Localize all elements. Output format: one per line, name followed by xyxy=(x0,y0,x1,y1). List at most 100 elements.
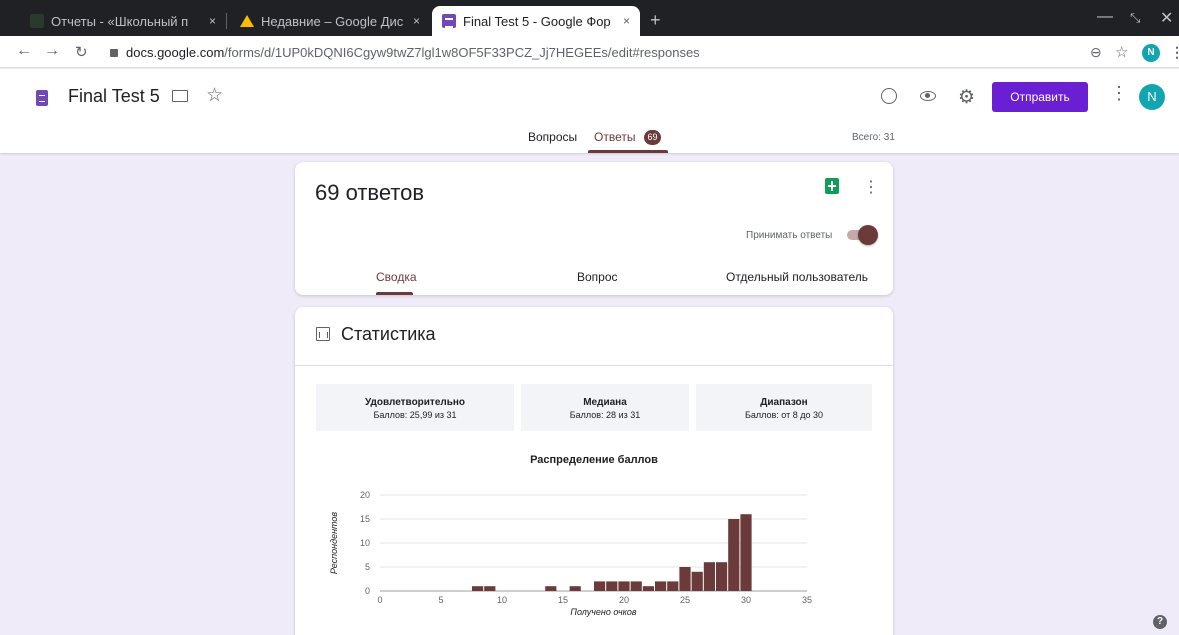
x-tick-label: 25 xyxy=(680,595,690,605)
accept-responses-label: Принимать ответы xyxy=(746,230,833,241)
tab-title: Final Test 5 - Google Фор xyxy=(463,13,611,29)
histogram-bar xyxy=(728,519,740,591)
histogram-bar xyxy=(667,581,679,591)
minimize-icon[interactable]: — xyxy=(1097,8,1113,26)
summary-label: Медиана xyxy=(583,397,627,408)
x-tick-label: 15 xyxy=(558,595,568,605)
bookmark-star-icon[interactable]: ☆ xyxy=(1115,43,1128,61)
tab-individual[interactable]: Отдельный пользователь xyxy=(726,270,868,284)
y-tick-label: 10 xyxy=(360,538,370,548)
divider xyxy=(295,365,893,366)
x-tick-label: 10 xyxy=(497,595,507,605)
close-icon[interactable]: × xyxy=(623,14,630,28)
x-tick-label: 5 xyxy=(438,595,443,605)
url-path: /forms/d/1UP0kDQNI6Cgyw9twZ7lgl1w8OF5F33… xyxy=(224,44,700,60)
summary-value: Баллов: 28 из 31 xyxy=(569,410,641,420)
summary-range: Диапазон Баллов: от 8 до 30 xyxy=(696,384,872,431)
window-close-icon[interactable]: ✕ xyxy=(1160,8,1173,28)
x-axis-label: Получено очков xyxy=(570,607,636,617)
browser-toolbar: ← → ↻ docs.google.com/forms/d/1UP0kDQNI6… xyxy=(0,36,1179,68)
forms-header: Final Test 5 ☆ ⚙ Отправить ⋮ N Вопросы О… xyxy=(0,69,1179,153)
browser-tabstrip: Отчеты - «Школьный п × Недавние – Google… xyxy=(0,0,1179,36)
preview-eye-icon[interactable] xyxy=(920,91,936,101)
restore-icon[interactable]: ⤡ xyxy=(1130,10,1140,26)
histogram-bar xyxy=(655,581,667,591)
close-icon[interactable]: × xyxy=(413,14,420,28)
star-icon[interactable]: ☆ xyxy=(206,84,223,107)
forms-logo-icon[interactable] xyxy=(36,90,48,106)
histogram-bar xyxy=(642,586,654,591)
statistics-title: Статистика xyxy=(341,324,436,344)
tab-title: Отчеты - «Школьный п xyxy=(51,13,189,29)
responses-card: 69 ответов ⋮ Принимать ответы Сводка Воп… xyxy=(295,162,893,295)
tab-separator xyxy=(226,13,227,29)
toggle-knob[interactable] xyxy=(858,225,878,245)
x-tick-label: 30 xyxy=(741,595,751,605)
score-distribution-chart: 0 5 10 15 20 0 5 10 15 20 25 30 35 Получено очков Респ… xyxy=(329,490,812,617)
histogram-bar xyxy=(545,586,557,591)
zoom-icon[interactable]: ⊖ xyxy=(1090,44,1102,61)
new-tab-button[interactable]: + xyxy=(650,10,661,31)
close-icon[interactable]: × xyxy=(209,14,216,28)
lock-icon xyxy=(110,49,118,57)
responses-count-title: 69 ответов xyxy=(315,180,425,205)
histogram-bar xyxy=(569,586,581,591)
x-tick-label: 35 xyxy=(802,595,812,605)
summary-average: Удовлетворительно Баллов: 25,99 из 31 xyxy=(316,384,514,431)
reload-icon[interactable]: ↻ xyxy=(75,43,88,61)
sheets-favicon-icon xyxy=(30,14,44,28)
palette-icon[interactable] xyxy=(881,88,897,104)
histogram-bar xyxy=(679,567,691,591)
histogram-bar xyxy=(716,562,728,591)
statistics-card: Статистика Удовлетворительно Баллов: 25,… xyxy=(295,307,893,635)
chart-title: Распределение баллов xyxy=(530,454,658,466)
folder-icon[interactable] xyxy=(172,90,188,102)
send-button[interactable]: Отправить xyxy=(992,82,1088,112)
profile-icon[interactable]: N xyxy=(1142,44,1160,62)
browser-tab-reports[interactable]: Отчеты - «Школьный п × xyxy=(20,6,226,36)
address-bar[interactable]: docs.google.com/forms/d/1UP0kDQNI6Cgyw9t… xyxy=(110,41,1110,63)
summary-median: Медиана Баллов: 28 из 31 xyxy=(521,384,689,431)
histogram-bar xyxy=(691,571,703,591)
y-tick-label: 0 xyxy=(365,586,370,596)
tab-responses[interactable]: Ответы xyxy=(594,130,635,144)
y-tick-label: 15 xyxy=(360,514,370,524)
help-icon[interactable]: ? xyxy=(1153,615,1167,629)
summary-value: Баллов: от 8 до 30 xyxy=(744,410,823,420)
tab-questions[interactable]: Вопросы xyxy=(528,130,577,144)
histogram-bar xyxy=(472,586,484,591)
bar-chart-icon xyxy=(316,327,330,341)
histogram-bar xyxy=(618,581,630,591)
total-points: Всего: 31 xyxy=(852,132,895,143)
y-tick-label: 5 xyxy=(365,562,370,572)
x-tick-label: 0 xyxy=(377,595,382,605)
back-icon[interactable]: ← xyxy=(16,42,32,60)
sheets-icon[interactable] xyxy=(825,178,839,194)
forms-favicon-icon xyxy=(442,14,456,28)
browser-tab-drive[interactable]: Недавние – Google Дис × xyxy=(230,6,430,36)
browser-menu-icon[interactable]: ⋮ xyxy=(1170,44,1179,61)
summary-label: Удовлетворительно xyxy=(364,397,466,408)
more-options-icon[interactable]: ⋮ xyxy=(863,177,879,197)
histogram-bar xyxy=(606,581,618,591)
browser-tab-forms[interactable]: Final Test 5 - Google Фор × xyxy=(432,6,640,36)
settings-gear-icon[interactable]: ⚙ xyxy=(958,86,975,109)
tab-question[interactable]: Вопрос xyxy=(577,270,618,284)
avatar[interactable]: N xyxy=(1139,84,1165,110)
tab-summary[interactable]: Сводка xyxy=(376,270,417,284)
responses-count-badge: 69 xyxy=(644,130,661,145)
histogram-bar xyxy=(630,581,642,591)
tab-title: Недавние – Google Дис xyxy=(261,13,404,29)
url-host: docs.google.com xyxy=(126,44,225,60)
summary-value: Баллов: 25,99 из 31 xyxy=(373,410,457,420)
histogram-bar xyxy=(703,562,715,591)
histogram-bar xyxy=(484,586,496,591)
histogram-bar xyxy=(594,581,606,591)
drive-favicon-icon xyxy=(240,15,254,27)
y-tick-label: 20 xyxy=(360,490,370,500)
more-options-icon[interactable]: ⋮ xyxy=(1110,83,1128,104)
y-axis-label: Респондентов xyxy=(329,512,339,575)
form-title[interactable]: Final Test 5 xyxy=(68,86,160,107)
x-tick-label: 20 xyxy=(619,595,629,605)
forward-icon[interactable]: → xyxy=(44,42,60,60)
